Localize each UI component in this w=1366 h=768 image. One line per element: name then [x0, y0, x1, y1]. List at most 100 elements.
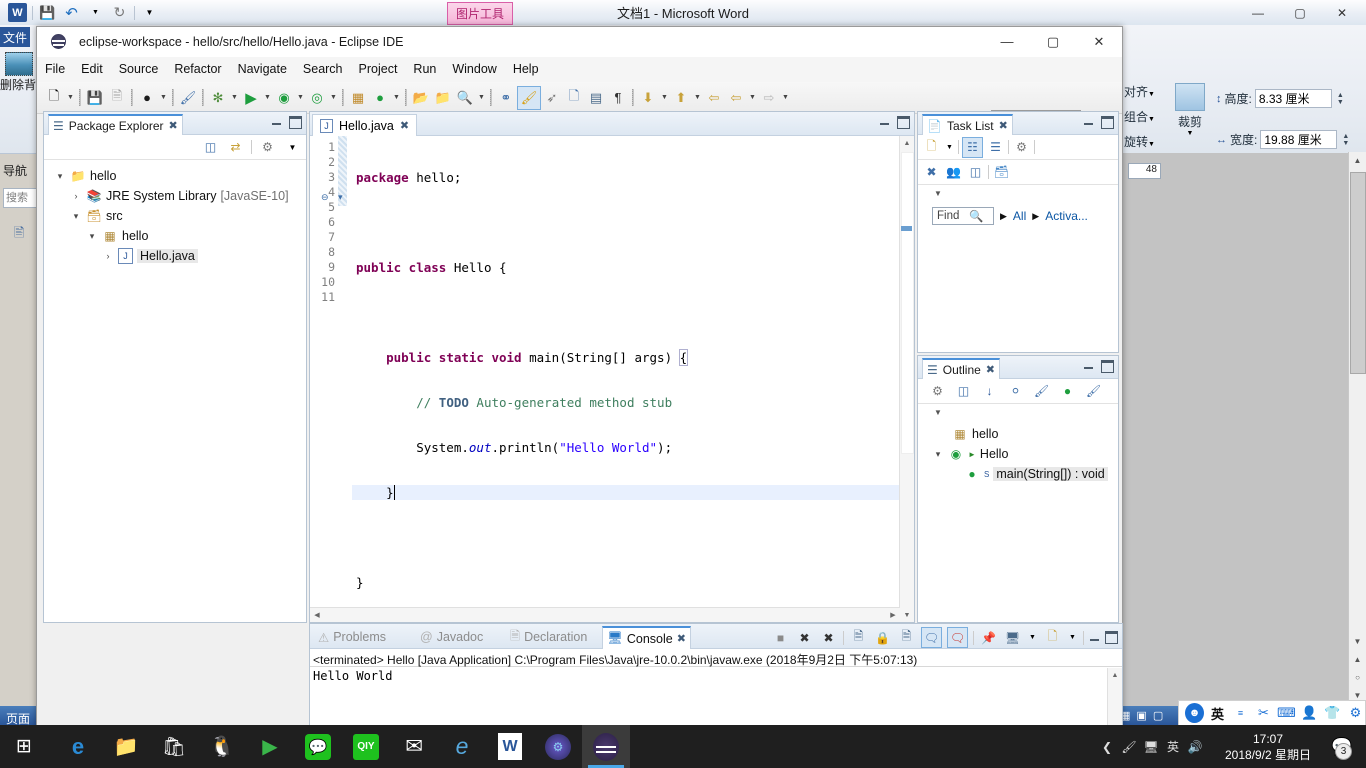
menu-project[interactable]: Project	[351, 57, 406, 81]
categorized-mode-icon[interactable]: ☷	[962, 136, 983, 158]
next-annotation-dropdown-icon[interactable]: ▼	[659, 87, 670, 109]
menu-search[interactable]: Search	[295, 57, 351, 81]
outline-node-class[interactable]: ▾ ◉ ► Hello	[924, 444, 1118, 464]
search-dropdown-icon[interactable]: ▼	[476, 87, 487, 109]
show-console-on-output-icon[interactable]: 🗨	[921, 627, 942, 648]
taskbar-app-eclipse[interactable]	[582, 725, 630, 768]
ime-scissors-icon[interactable]: ✂	[1254, 703, 1273, 723]
ime-keyboard-icon[interactable]: ⌨	[1277, 703, 1296, 723]
tab-console[interactable]: 🖥 Console ✖	[602, 626, 691, 649]
scroll-right-icon[interactable]: ▶	[886, 608, 900, 622]
tab-outline[interactable]: ☰ Outline ✖	[922, 358, 1001, 379]
menu-window[interactable]: Window	[444, 57, 504, 81]
new-class-dropdown-icon[interactable]: ▼	[391, 87, 402, 109]
eclipse-close-button[interactable]: ✕	[1076, 27, 1122, 56]
editor-vertical-scrollbar[interactable]: ▲ ▼	[899, 136, 914, 622]
code-area[interactable]: package hello; public class Hello { publ…	[352, 136, 914, 622]
web-layout-view-icon[interactable]: ▢	[1153, 709, 1163, 722]
close-icon[interactable]: ✖	[999, 119, 1008, 132]
taskbar-app-file-explorer[interactable]: 📁	[102, 725, 150, 768]
scroll-down-icon[interactable]: ▼	[1349, 633, 1366, 650]
ime-user-icon[interactable]: ☻	[1185, 703, 1204, 723]
ime-person-icon[interactable]: 👤	[1300, 703, 1319, 723]
ime-shirt-icon[interactable]: 👕	[1323, 703, 1342, 723]
coverage-icon[interactable]: ◎	[306, 87, 328, 109]
scroll-up-icon[interactable]: ▲	[900, 136, 914, 150]
ime-tray-icon[interactable]: 英	[1162, 725, 1184, 768]
new-task-icon[interactable]: 🗋	[922, 138, 941, 157]
previous-annotation-icon[interactable]: ⬆	[670, 87, 692, 109]
tab-hello-java[interactable]: J Hello.java ✖	[312, 114, 418, 136]
pen-icon[interactable]: 🖌	[1118, 725, 1140, 768]
next-annotation-icon[interactable]: ⚭	[495, 87, 517, 109]
crop-dropdown-icon[interactable]: ▼	[1170, 130, 1210, 137]
taskbar-app-qq[interactable]: 🐧	[198, 725, 246, 768]
filter-all-link[interactable]: All	[1013, 209, 1026, 223]
word-vertical-scrollbar[interactable]: ▲ ▼ ▲ ○ ▼	[1348, 152, 1366, 706]
scroll-down-icon[interactable]: ▼	[900, 608, 914, 622]
menu-source[interactable]: Source	[111, 57, 167, 81]
run-icon[interactable]: ▶	[240, 87, 262, 109]
minimize-icon[interactable]	[1089, 632, 1100, 643]
tree-node-jre-system-library[interactable]: › 📚 JRE System Library [JavaSE-10]	[50, 186, 306, 206]
width-stepper[interactable]: ▲ ▼	[1342, 133, 1349, 147]
menu-run[interactable]: Run	[405, 57, 444, 81]
hide-static-icon[interactable]: 🖌	[1032, 382, 1051, 401]
last-edit-location-icon[interactable]: ➶	[541, 87, 563, 109]
back-history-icon[interactable]: ⇦	[703, 87, 725, 109]
expand-arrow-icon[interactable]: ▾	[70, 211, 82, 222]
minimize-icon[interactable]	[1083, 116, 1094, 127]
restore-tasks-icon[interactable]: 🗃	[992, 163, 1011, 182]
ribbon-align-button[interactable]: 对齐▼	[1124, 83, 1155, 100]
minimize-icon[interactable]	[879, 116, 890, 127]
view-menu-icon[interactable]: ▼	[934, 189, 942, 198]
open-console-dropdown-icon[interactable]: ▼	[1067, 628, 1078, 647]
expand-arrow-icon[interactable]: ▾	[54, 171, 66, 182]
pin-console-icon[interactable]: 📌	[979, 628, 998, 647]
new-java-class-icon[interactable]: ●	[369, 87, 391, 109]
annotation-ruler[interactable]: ▾ ⊖	[321, 136, 352, 622]
previous-annotation-dropdown-icon[interactable]: ▼	[692, 87, 703, 109]
folding-marker-icon[interactable]: ⊖	[321, 192, 329, 203]
navigation-search-input[interactable]: 搜索	[3, 188, 39, 208]
tree-node-hello-java-file[interactable]: › J Hello.java	[50, 246, 306, 266]
open-console-icon[interactable]: 🗋	[1043, 628, 1062, 647]
maximize-icon[interactable]	[1101, 360, 1114, 373]
outline-node-package[interactable]: ▦ hello	[924, 424, 1118, 444]
tree-node-hello-package[interactable]: ▾ ▦ hello	[50, 226, 306, 246]
terminate-icon[interactable]: ■	[771, 628, 790, 647]
eclipse-maximize-button[interactable]: ▢	[1030, 27, 1076, 56]
display-selected-console-icon[interactable]: 🖥	[1003, 628, 1022, 647]
taskbar-app-chrome-dev[interactable]: ⚙	[534, 725, 582, 768]
activate-filter-arrow-icon[interactable]: ▶	[1032, 211, 1039, 222]
debug-dropdown-icon[interactable]: ▼	[229, 87, 240, 109]
start-button[interactable]: ⊞	[0, 725, 48, 768]
expand-arrow-icon[interactable]: ▾	[86, 231, 98, 242]
ime-language-label[interactable]: 英	[1208, 703, 1227, 723]
toggle-highlight-icon[interactable]: 🖌	[517, 85, 541, 110]
crop-button[interactable]: 裁剪 ▼	[1170, 83, 1210, 137]
taskbar-app-wechat[interactable]: 💬	[294, 725, 342, 768]
view-menu-filter-icon[interactable]: ⚙	[258, 138, 277, 157]
scroll-up-icon[interactable]: ▲	[1349, 152, 1366, 169]
tree-node-hello-project[interactable]: ▾ 📁 hello	[50, 166, 306, 186]
clear-console-icon[interactable]: 🗎	[849, 628, 868, 647]
expand-arrow-icon[interactable]: ▾	[932, 449, 944, 460]
taskbar-app-mail[interactable]: ✉	[390, 725, 438, 768]
taskbar-app-internet-explorer[interactable]: e	[438, 725, 486, 768]
show-console-on-error-icon[interactable]: 🗨	[947, 627, 968, 648]
tab-javadoc[interactable]: @ Javadoc	[416, 627, 487, 647]
word-minimize-button[interactable]: —	[1238, 2, 1278, 23]
new-dropdown-icon[interactable]: ▼	[65, 87, 76, 109]
display-console-dropdown-icon[interactable]: ▼	[1027, 628, 1038, 647]
scroll-left-icon[interactable]: ◀	[310, 608, 324, 622]
sort-icon[interactable]: ↓	[980, 382, 999, 401]
show-hidden-icons-icon[interactable]: ❮	[1096, 725, 1118, 768]
tab-package-explorer[interactable]: ☰ Package Explorer ✖	[48, 114, 183, 135]
document-outline-icon[interactable]: 🖹	[14, 224, 24, 246]
height-stepper[interactable]: ▲ ▼	[1337, 92, 1344, 106]
close-icon[interactable]: ✖	[400, 119, 409, 132]
open-task-icon[interactable]: 📁	[432, 87, 454, 109]
select-browse-object-icon[interactable]: ○	[1349, 669, 1366, 686]
menu-file[interactable]: File	[37, 57, 73, 81]
